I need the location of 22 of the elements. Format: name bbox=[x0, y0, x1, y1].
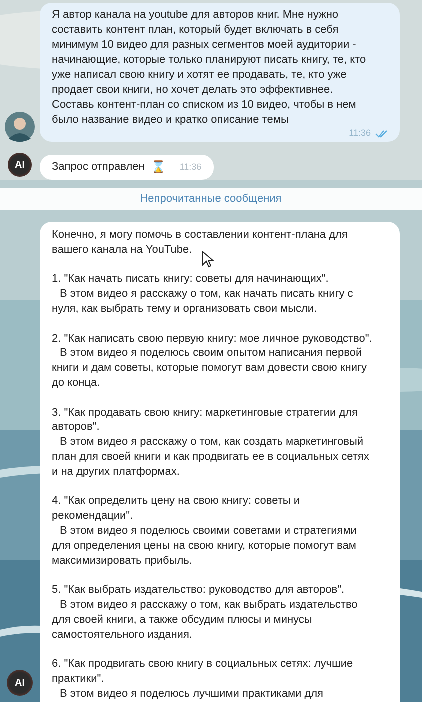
video-title: 4. "Как определить цену на свою книгу: советы и рекомендации". bbox=[52, 494, 301, 524]
video-title: 5. "Как выбрать издательство: руководство для авторов". bbox=[52, 583, 346, 598]
video-title: 2. "Как написать свою первую книгу: мое личное руководство". bbox=[52, 332, 374, 346]
video-description: В этом видео я расскажу о том, как выбрать издательство для своей книги, а также обсудим плюсы и минусы самостоятельного издания. bbox=[52, 598, 359, 642]
video-description: В этом видео я расскажу о том, как создать маркетинговый план для своей книги и как продвигать ее в социальных сетях и на других платформах. bbox=[52, 435, 370, 480]
message-text: Я автор канала на youtube для авторов книг. Мне нужно составить контент план, который будет включать в себя минимум 10 видео для разных сегментов моей аудитории - начинающие, которые только планируют писать книгу, те, кто уже написал свою книгу и хотят ее продавать, те, кто уже продает свои книги, но хочет делать это эффективнее. bbox=[52, 8, 368, 98]
divider-text: Непрочитанные сообщения bbox=[140, 193, 282, 205]
message-text: Запрос отправлен bbox=[52, 160, 145, 175]
video-description: В этом видео я поделюсь своими советами и стратегиями для определения цены на свою книгу, которые помогут вам максимизировать прибыль. bbox=[52, 524, 358, 568]
message-text: Составь контент-план со списком из 10 видео, чтобы в нем было название видео и кратко описание темы bbox=[52, 98, 358, 128]
video-description: В этом видео я расскажу о том, как начать писать книгу с нуля, как выбрать тему и организовать свои мысли. bbox=[52, 287, 354, 317]
video-title: 3. "Как продавать свою книгу: маркетинговые стратегии для авторов". bbox=[52, 406, 360, 436]
avatar-icon bbox=[5, 112, 35, 142]
video-description: В этом видео я поделюсь своим опытом написания первой книги и дам советы, которые помогут вам довести свою книгу до конца. bbox=[52, 346, 368, 391]
cursor-icon bbox=[202, 251, 214, 268]
hourglass-icon: ⌛ bbox=[150, 160, 166, 175]
video-description: В этом видео я поделюсь лучшими практиками для bbox=[59, 686, 325, 702]
message-time: 11:36 bbox=[180, 161, 202, 174]
video-title: 1. "Как начать писать книгу: советы для начинающих". bbox=[52, 272, 330, 288]
message-time: 11:36 bbox=[349, 127, 371, 140]
message-text: Конечно, я могу помочь в составлении контент-плана для вашего канала на YouTube. bbox=[52, 228, 349, 258]
video-title: 6. "Как продвигать свою книгу в социальных сетях: лучшие практики". bbox=[52, 657, 354, 687]
